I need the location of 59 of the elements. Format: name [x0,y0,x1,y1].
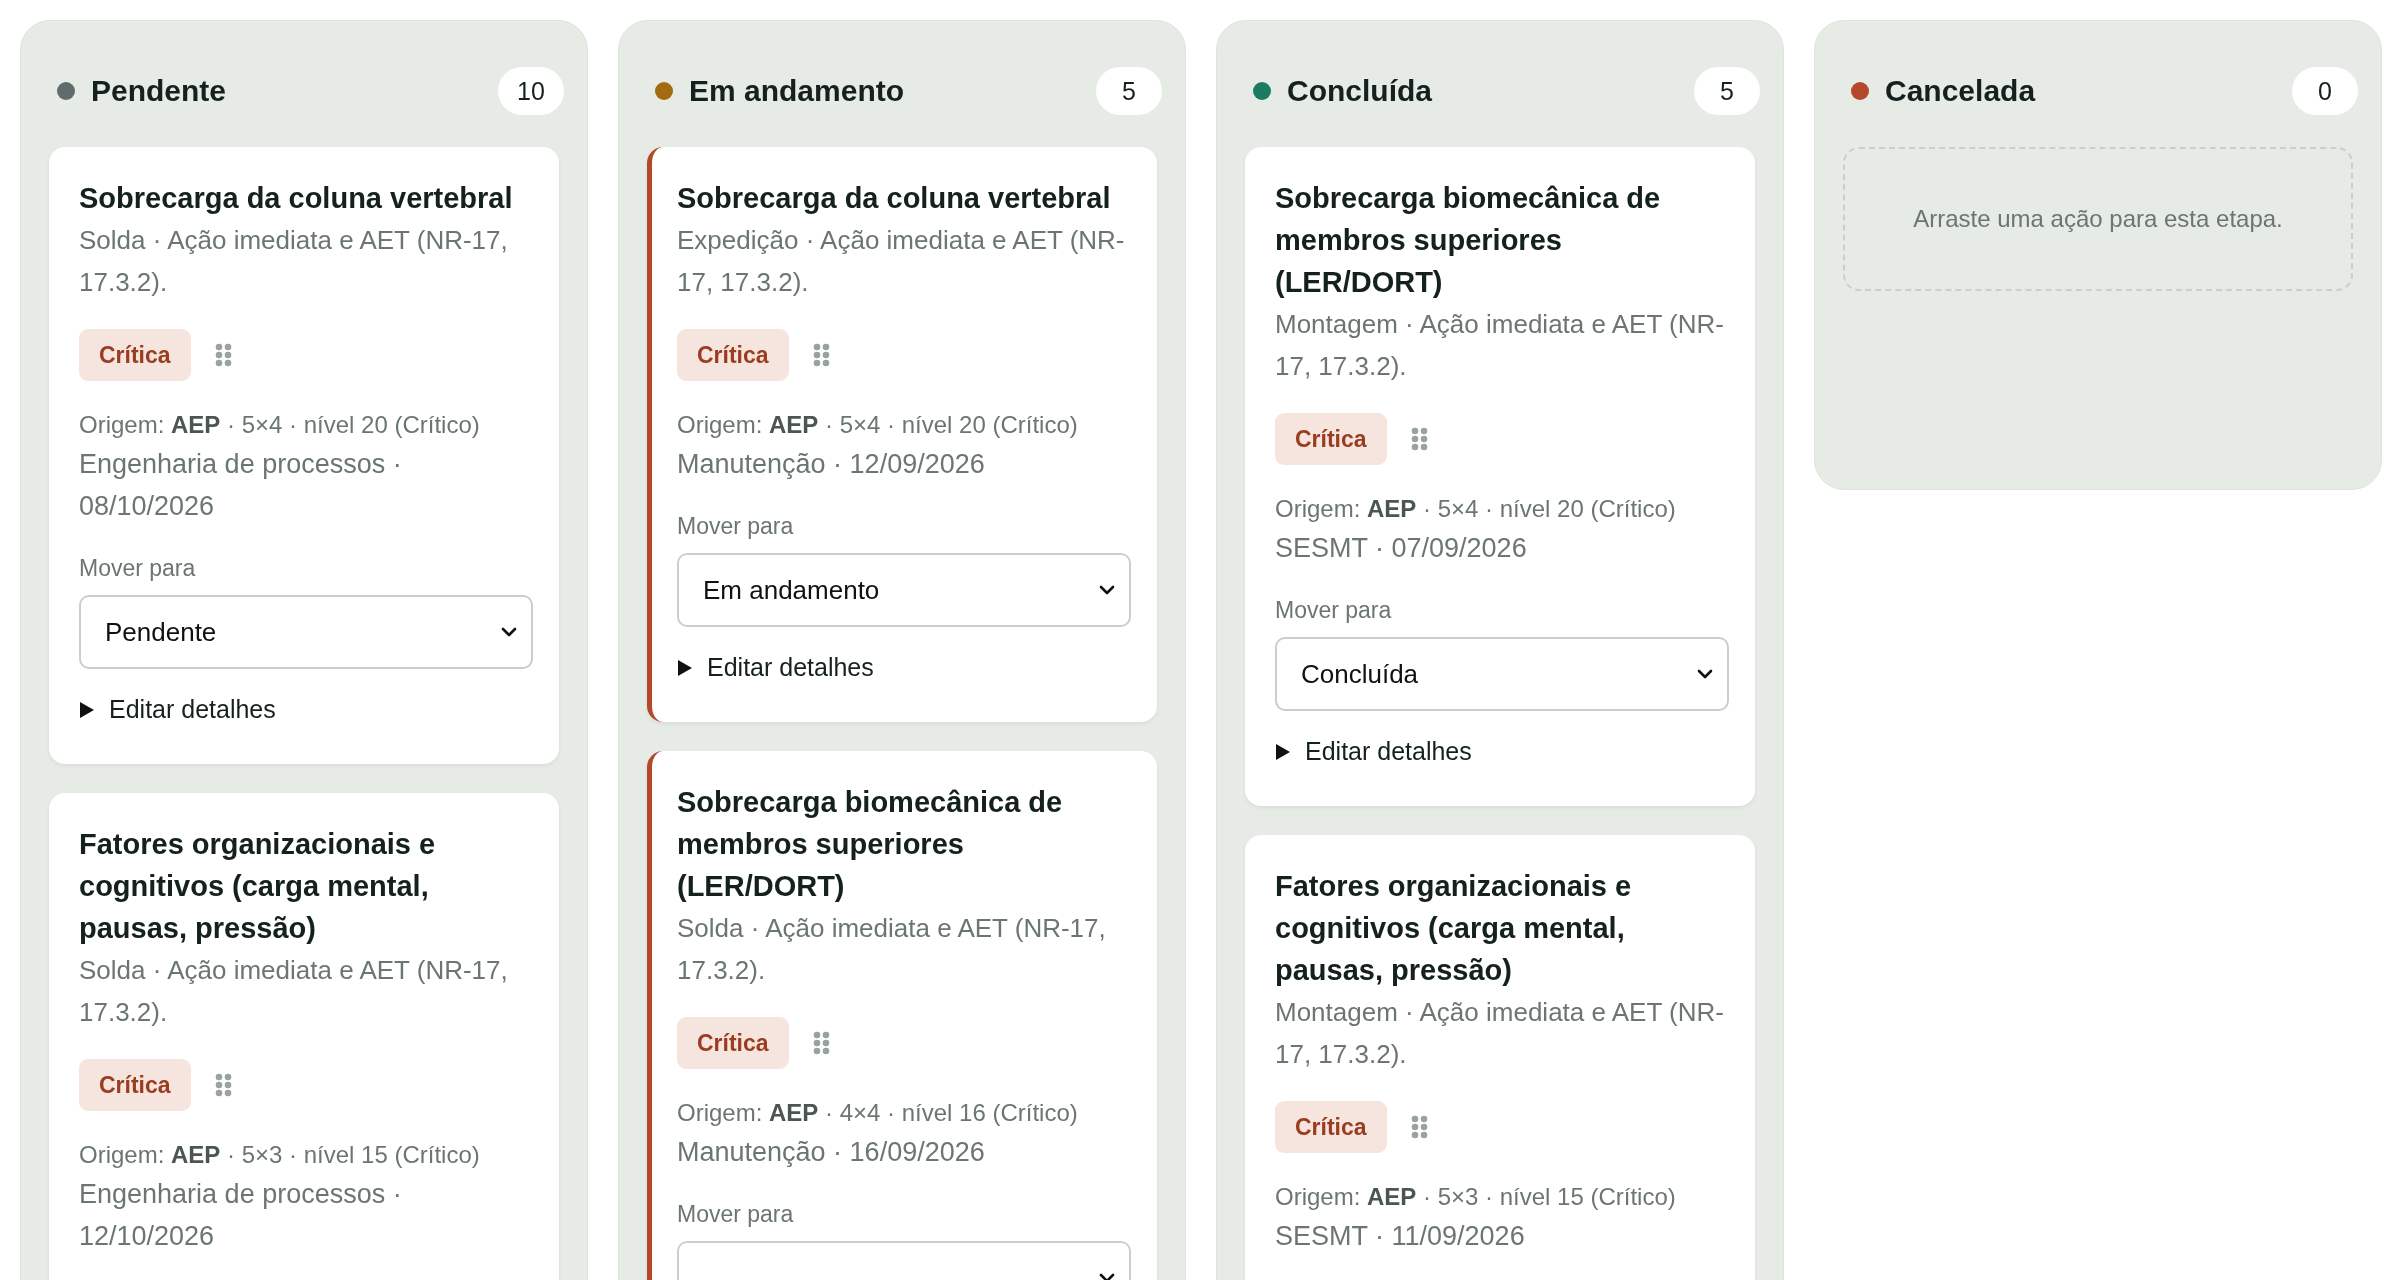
card-title: Sobrecarga da coluna vertebral [79,181,514,216]
field-label: Mover para [677,512,795,541]
count-badge: 10 [498,67,564,115]
origin-text: Origem: AEP · 5×4 · nível 20 (Crítico) [79,410,481,440]
drag-handle-icon[interactable] [214,1073,232,1097]
drag-handle-icon[interactable] [812,1031,830,1055]
details-toggle[interactable]: Editar detalhes [677,653,1131,682]
chevron-down-icon [1099,1273,1115,1280]
empty-dropzone: Arraste uma ação para esta etapa. [1843,147,2353,291]
card-subtitle: Montagem · Ação imediata e AET (NR-17, 17.3.2). [1275,308,1725,383]
owner-date-text: Manutenção · 16/09/2026 [677,1136,986,1169]
column-title: Pendente [91,74,228,108]
origin-text: Origem: AEP · 5×4 · nível 20 (Crítico) [677,410,1079,440]
priority-tag: Crítica [1275,1101,1387,1153]
origin-text: Origem: AEP · 5×3 · nível 15 (Crítico) [79,1140,481,1170]
card-title: Sobrecarga da coluna vertebral [677,181,1112,216]
move-select[interactable]: Concluída [1275,637,1729,711]
card-subtitle: Solda · Ação imediata e AET (NR-17, 17.3.2). [677,912,1107,987]
details-toggle[interactable]: Editar detalhes [1275,737,1729,766]
drag-handle-icon[interactable] [1410,1115,1428,1139]
card-title: Fatores organizacionais e cognitivos (carga mental, pausas, pressão) [1275,869,1633,988]
card-subtitle: Montagem · Ação imediata e AET (NR-17, 17.3.2). [1275,996,1725,1071]
owner-date-text: SESMT · 07/09/2026 [1275,532,1528,565]
priority-tag: Crítica [1275,413,1387,465]
drag-handle-icon[interactable] [1410,427,1428,451]
card-title: Sobrecarga biomecânica de membros superiores (LER/DORT) [677,785,1064,904]
drag-handle-icon[interactable] [812,343,830,367]
count-badge: 0 [2292,67,2358,115]
priority-tag: Crítica [79,1059,191,1111]
card-subtitle: Solda · Ação imediata e AET (NR-17, 17.3.2). [79,954,509,1029]
details-toggle[interactable]: Editar detalhes [79,695,533,724]
chevron-down-icon [1099,585,1115,595]
chevron-down-icon [1697,669,1713,679]
field-label: Mover para [677,1200,795,1229]
owner-date-text: Manutenção · 12/09/2026 [677,448,986,481]
move-select[interactable]: Em andamento [677,553,1131,627]
column-title: Em andamento [689,74,906,108]
field-label: Mover para [79,554,197,583]
priority-tag: Crítica [79,329,191,381]
column-title: Cancelada [1885,74,2037,108]
card-title: Fatores organizacionais e cognitivos (carga mental, pausas, pressão) [79,827,437,946]
move-select[interactable]: Pendente [79,595,533,669]
card-subtitle: Expedição · Ação imediata e AET (NR-17, 17.3.2). [677,224,1126,299]
priority-tag: Crítica [677,1017,789,1069]
origin-text: Origem: AEP · 4×4 · nível 16 (Crítico) [677,1098,1079,1128]
owner-date-text: Engenharia de processos · 08/10/2026 [79,448,403,523]
field-label: Mover para [1275,596,1393,625]
owner-date-text: SESMT · 11/09/2026 [1275,1220,1526,1253]
column-title: Concluída [1287,74,1433,108]
priority-tag: Crítica [677,329,789,381]
owner-date-text: Engenharia de processos · 12/10/2026 [79,1178,403,1253]
card-subtitle: Solda · Ação imediata e AET (NR-17, 17.3.2). [79,224,509,299]
count-badge: 5 [1694,67,1760,115]
chevron-down-icon [501,627,517,637]
origin-text: Origem: AEP · 5×4 · nível 20 (Crítico) [1275,494,1677,524]
origin-text: Origem: AEP · 5×3 · nível 15 (Crítico) [1275,1182,1677,1212]
drag-handle-icon[interactable] [214,343,232,367]
count-badge: 5 [1096,67,1162,115]
card-title: Sobrecarga biomecânica de membros superiores (LER/DORT) [1275,181,1662,300]
